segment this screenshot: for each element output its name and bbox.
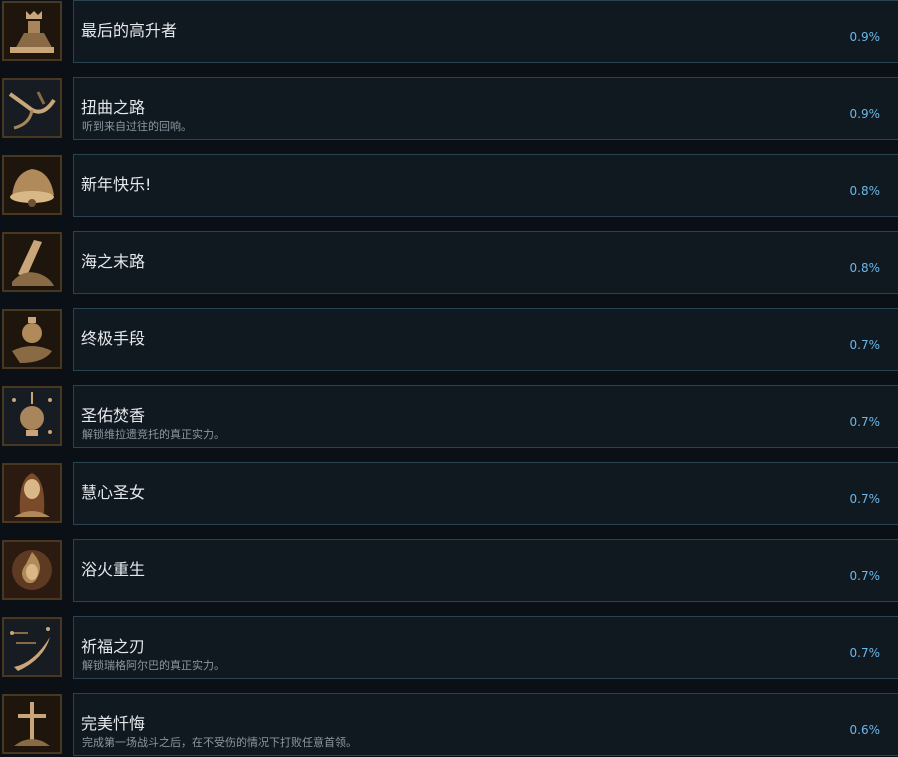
unlock-percentage: 0.9% — [849, 107, 881, 121]
achievement-list: 最后的高升者 0.9% 扭曲之路 听到来自过往的回响。 0.9% 新年快乐! 0… — [0, 0, 898, 756]
achievement-row[interactable]: 终极手段 0.7% — [0, 308, 898, 372]
achievement-row[interactable]: 最后的高升者 0.9% — [0, 0, 898, 64]
achievement-row[interactable]: 完美忏悔 完成第一场战斗之后，在不受伤的情况下打败任意首领。 0.6% — [0, 693, 898, 757]
achievement-description: 解锁瑞格阿尔巴的真正实力。 — [82, 659, 225, 672]
achievement-row[interactable]: 慧心圣女 0.7% — [0, 462, 898, 526]
sea-hand-icon — [2, 232, 62, 292]
achievement-panel: 浴火重生 0.7% — [73, 539, 898, 602]
achievement-title: 完美忏悔 — [81, 714, 146, 733]
achievement-row[interactable]: 祈福之刃 解锁瑞格阿尔巴的真正实力。 0.7% — [0, 616, 898, 680]
achievement-panel: 海之末路 0.8% — [73, 231, 898, 294]
achievement-panel: 新年快乐! 0.8% — [73, 154, 898, 217]
achievement-panel: 扭曲之路 听到来自过往的回响。 0.9% — [73, 77, 898, 140]
unlock-percentage: 0.7% — [849, 415, 881, 429]
achievement-panel: 慧心圣女 0.7% — [73, 462, 898, 525]
blessed-blade-icon — [2, 617, 62, 677]
achievement-title: 扭曲之路 — [81, 98, 146, 117]
unlock-percentage: 0.8% — [849, 261, 881, 275]
achievement-row[interactable]: 浴火重生 0.7% — [0, 539, 898, 603]
censer-icon — [2, 386, 62, 446]
unlock-percentage: 0.6% — [849, 723, 881, 737]
achievement-description: 听到来自过往的回响。 — [82, 120, 192, 133]
achievement-row[interactable]: 圣佑焚香 解锁维拉遗竞托的真正实力。 0.7% — [0, 385, 898, 449]
crowned-figure-icon — [2, 1, 62, 61]
twisted-branch-icon — [2, 78, 62, 138]
achievement-row[interactable]: 海之末路 0.8% — [0, 231, 898, 295]
achievement-title: 新年快乐! — [81, 175, 152, 194]
unlock-percentage: 0.7% — [849, 338, 881, 352]
urn-hand-icon — [2, 309, 62, 369]
achievement-title: 祈福之刃 — [81, 637, 146, 656]
unlock-percentage: 0.9% — [849, 30, 881, 44]
achievement-description: 完成第一场战斗之后，在不受伤的情况下打败任意首领。 — [82, 736, 357, 749]
unlock-percentage: 0.8% — [849, 184, 881, 198]
achievement-row[interactable]: 新年快乐! 0.8% — [0, 154, 898, 218]
unlock-percentage: 0.7% — [849, 569, 881, 583]
achievement-title: 慧心圣女 — [81, 483, 146, 502]
achievement-panel: 圣佑焚香 解锁维拉遗竞托的真正实力。 0.7% — [73, 385, 898, 448]
achievement-panel: 最后的高升者 0.9% — [73, 0, 898, 63]
achievement-title: 最后的高升者 — [81, 21, 178, 40]
bell-icon — [2, 155, 62, 215]
achievement-title: 圣佑焚香 — [81, 406, 146, 425]
penitent-figure-icon — [2, 694, 62, 754]
achievement-title: 海之末路 — [81, 252, 146, 271]
rebirth-flame-icon — [2, 540, 62, 600]
saint-portrait-icon — [2, 463, 62, 523]
achievement-row[interactable]: 扭曲之路 听到来自过往的回响。 0.9% — [0, 77, 898, 141]
achievement-title: 浴火重生 — [81, 560, 146, 579]
achievement-panel: 完美忏悔 完成第一场战斗之后，在不受伤的情况下打败任意首领。 0.6% — [73, 693, 898, 756]
unlock-percentage: 0.7% — [849, 646, 881, 660]
unlock-percentage: 0.7% — [849, 492, 881, 506]
achievement-title: 终极手段 — [81, 329, 146, 348]
achievement-panel: 终极手段 0.7% — [73, 308, 898, 371]
achievement-description: 解锁维拉遗竞托的真正实力。 — [82, 428, 225, 441]
achievement-panel: 祈福之刃 解锁瑞格阿尔巴的真正实力。 0.7% — [73, 616, 898, 679]
